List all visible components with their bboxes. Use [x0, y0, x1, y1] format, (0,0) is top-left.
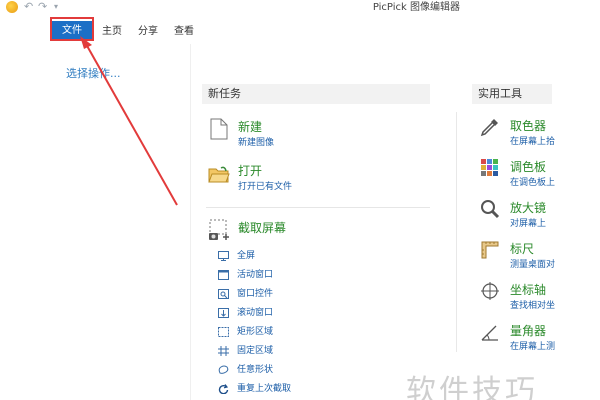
capture-item-label: 矩形区域 [237, 327, 274, 337]
capture-screen-icon[interactable] [208, 218, 232, 242]
freehand-icon [218, 365, 229, 374]
palette-icon[interactable] [480, 158, 500, 178]
tools-header: 实用工具 [472, 84, 552, 104]
dropdown-icon[interactable]: ▾ [54, 0, 58, 14]
tool-title[interactable]: 坐标轴 [510, 283, 546, 297]
new-task-header: 新任务 [202, 84, 430, 104]
fixed-region-icon [218, 346, 229, 356]
title-bar: ↶ ↷ ▾ PicPick 图像编辑器 [0, 0, 600, 16]
capture-item-label: 活动窗口 [237, 270, 274, 280]
tool-subtitle[interactable]: 对屏幕上 [510, 219, 546, 230]
repeat-icon [218, 384, 229, 394]
eyedropper-icon[interactable] [480, 117, 500, 137]
crosshair-icon[interactable] [480, 281, 500, 301]
capture-item-label: 任意形状 [237, 365, 274, 375]
tool-title[interactable]: 取色器 [510, 119, 546, 133]
tools-separator [456, 112, 457, 352]
undo-icon[interactable]: ↶ [24, 0, 33, 14]
protractor-icon[interactable] [480, 322, 500, 342]
tool-subtitle[interactable]: 在调色板上 [510, 178, 555, 189]
capture-title[interactable]: 截取屏幕 [238, 221, 286, 235]
capture-item-label: 窗口控件 [237, 289, 274, 299]
tool-subtitle[interactable]: 测量桌面对 [510, 260, 555, 271]
redo-icon[interactable]: ↷ [38, 0, 47, 14]
magnifier-icon[interactable] [480, 199, 500, 219]
annotation-arrow [80, 36, 178, 206]
capture-item-label: 重复上次截取 [237, 384, 292, 394]
highlight-box [50, 17, 94, 41]
tool-title[interactable]: 量角器 [510, 324, 546, 338]
tool-subtitle[interactable]: 查找相对坐 [510, 301, 555, 312]
monitor-icon [218, 251, 229, 261]
section-separator [206, 207, 430, 208]
capture-item-label: 固定区域 [237, 346, 274, 356]
tab-home[interactable]: 主页 [100, 21, 124, 43]
panel-divider [190, 44, 191, 400]
tool-title[interactable]: 标尺 [510, 242, 534, 256]
open-item-title[interactable]: 打开 [238, 164, 262, 178]
ruler-icon[interactable] [480, 240, 500, 260]
tab-view[interactable]: 查看 [172, 21, 196, 43]
watermark-text: 软件技巧 [406, 374, 538, 400]
tool-title[interactable]: 调色板 [510, 160, 546, 174]
tool-title[interactable]: 放大镜 [510, 201, 546, 215]
new-file-icon[interactable] [210, 118, 228, 140]
open-item-subtitle[interactable]: 打开已有文件 [238, 182, 292, 193]
scroll-window-icon [218, 308, 229, 318]
capture-item-label: 滚动窗口 [237, 308, 274, 318]
window-icon [218, 270, 229, 280]
rectangle-icon [218, 327, 229, 337]
tab-share[interactable]: 分享 [136, 21, 160, 43]
app-logo-icon[interactable] [6, 1, 18, 13]
window-title: PicPick 图像编辑器 [372, 2, 460, 13]
choose-operation-label: 选择操作... [66, 67, 121, 80]
new-item-subtitle[interactable]: 新建图像 [238, 138, 274, 149]
control-icon [218, 289, 229, 299]
tool-subtitle[interactable]: 在屏幕上拾 [510, 137, 555, 148]
open-folder-icon[interactable] [208, 166, 230, 184]
tool-subtitle[interactable]: 在屏幕上测 [510, 342, 555, 353]
new-item-title[interactable]: 新建 [238, 120, 262, 134]
capture-item-label: 全屏 [237, 251, 256, 261]
